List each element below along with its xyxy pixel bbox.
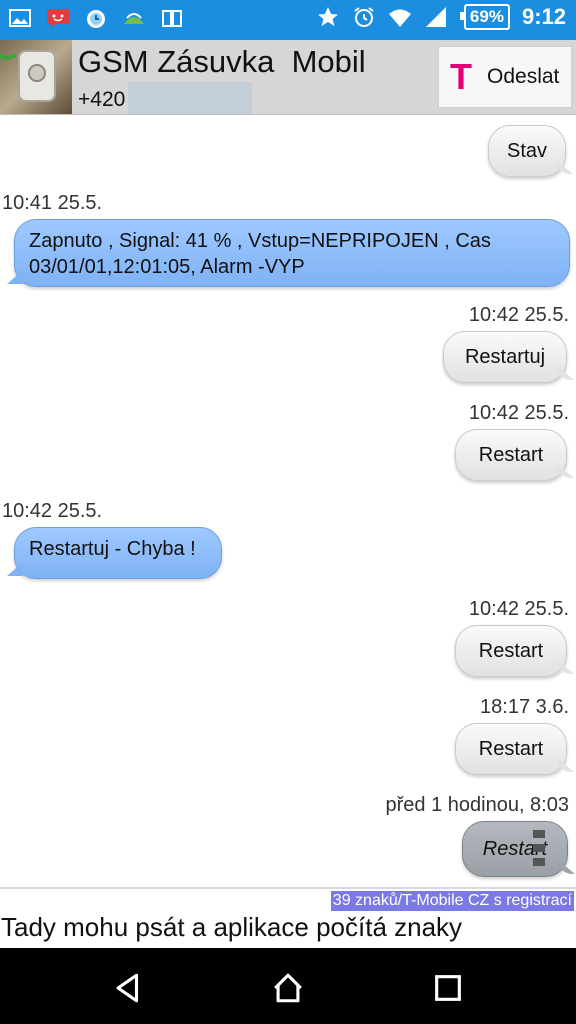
star-icon bbox=[316, 5, 340, 29]
socket-photo bbox=[18, 50, 56, 102]
wifi-icon bbox=[388, 5, 412, 29]
message-bubble-incoming[interactable]: Zapnuto , Signal: 41 % , Vstup=NEPRIPOJE… bbox=[14, 219, 570, 287]
sms-notification-icon bbox=[46, 6, 70, 30]
message-timestamp: 10:41 25.5. bbox=[2, 192, 103, 214]
sending-indicator-icon bbox=[533, 830, 545, 870]
image-icon bbox=[8, 6, 32, 30]
message-bubble-pending[interactable]: Restart bbox=[462, 821, 568, 877]
home-icon bbox=[274, 973, 302, 1003]
message-list[interactable]: Stav 10:41 25.5. Zapnuto , Signal: 41 % … bbox=[0, 115, 576, 887]
message-bubble-outgoing[interactable]: Restart bbox=[455, 625, 567, 677]
message-text: Restart bbox=[478, 640, 544, 662]
composer-divider bbox=[0, 887, 576, 889]
message-bubble-incoming[interactable]: Restartuj - Chyba ! bbox=[14, 527, 222, 579]
conversation-header: GSM Zásuvka Mobil +420 T Odeslat bbox=[0, 40, 576, 115]
status-system: 69% 9:12 bbox=[316, 4, 566, 30]
status-bar: 69% 9:12 bbox=[0, 0, 576, 40]
message-timestamp: 10:42 25.5. bbox=[468, 598, 569, 620]
message-text: Restartuj - Chyba ! bbox=[29, 538, 196, 560]
signal-icon bbox=[424, 5, 448, 29]
redacted-number-mask bbox=[128, 82, 252, 114]
message-timestamp: 10:42 25.5. bbox=[468, 304, 569, 326]
book-icon bbox=[160, 6, 184, 30]
message-bubble-outgoing[interactable]: Stav bbox=[488, 125, 566, 177]
message-bubble-outgoing[interactable]: Restart bbox=[455, 723, 567, 775]
weather-icon bbox=[122, 6, 146, 30]
back-icon bbox=[116, 973, 139, 1003]
recents-button[interactable] bbox=[428, 968, 468, 1008]
message-input[interactable]: Tady mohu psát a aplikace počítá znaky bbox=[0, 912, 576, 946]
message-text: Stav bbox=[506, 140, 548, 162]
recents-icon bbox=[435, 975, 461, 1001]
message-timestamp: 18:17 3.6. bbox=[480, 696, 569, 718]
message-timestamp: 10:42 25.5. bbox=[468, 402, 569, 424]
contact-number: +420 bbox=[78, 88, 126, 111]
alarm-icon bbox=[352, 5, 376, 29]
message-text: Restart bbox=[478, 738, 544, 760]
carrier-logo-icon: T bbox=[450, 56, 472, 97]
home-button[interactable] bbox=[268, 968, 308, 1008]
alarm-clock-app-icon bbox=[84, 6, 108, 30]
battery-level: 69% bbox=[469, 7, 504, 26]
message-timestamp: před 1 hodinou, 8:03 bbox=[385, 794, 570, 816]
back-button[interactable] bbox=[108, 968, 148, 1008]
status-time: 9:12 bbox=[521, 4, 566, 29]
message-timestamp: 10:42 25.5. bbox=[2, 500, 103, 522]
sync-badge-icon bbox=[0, 40, 20, 60]
send-button-label: Odeslat bbox=[487, 65, 560, 88]
message-text: Restart bbox=[478, 444, 544, 466]
battery-icon: 69% bbox=[459, 4, 510, 30]
message-bubble-outgoing[interactable]: Restartuj bbox=[443, 331, 567, 383]
contact-avatar[interactable] bbox=[0, 40, 72, 114]
send-button[interactable]: T Odeslat bbox=[438, 46, 572, 108]
message-text: Restartuj bbox=[464, 346, 546, 368]
status-notifications bbox=[8, 6, 184, 30]
contact-name: GSM Zásuvka Mobil bbox=[78, 44, 366, 79]
character-counter: 39 znaků/T-Mobile CZ s registrací bbox=[330, 891, 574, 911]
navigation-bar bbox=[0, 948, 576, 1024]
message-text: Zapnuto , Signal: 41 % , Vstup=NEPRIPOJE… bbox=[29, 230, 491, 278]
message-bubble-outgoing[interactable]: Restart bbox=[455, 429, 567, 481]
